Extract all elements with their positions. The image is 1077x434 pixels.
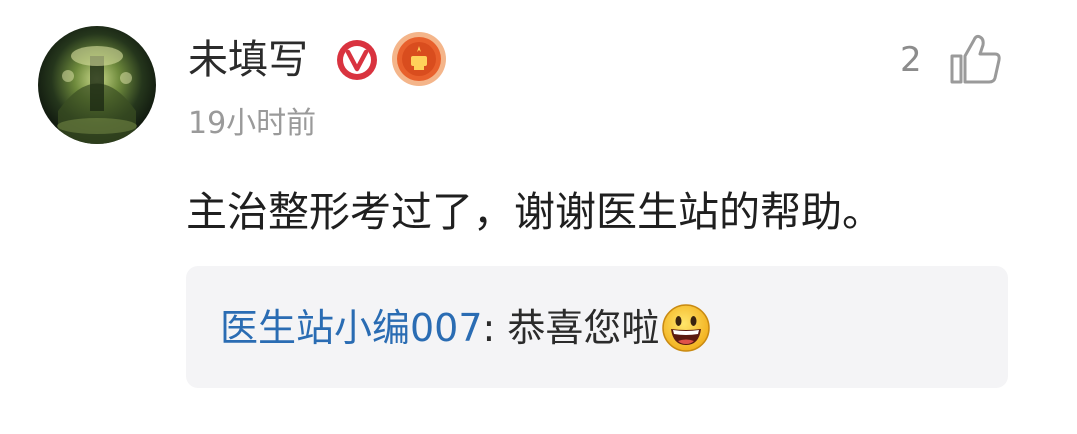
reply-separator: : <box>482 306 508 350</box>
like-button[interactable]: 2 <box>900 30 1002 90</box>
vip-v-icon[interactable] <box>335 38 379 82</box>
username[interactable]: 未填写 <box>188 34 308 86</box>
comment-item: 未填写 2 19小时前 主治整形考过了，谢谢医生站的帮助。 医生站小编007:… <box>0 0 1077 434</box>
medal-icon[interactable] <box>390 30 448 88</box>
thumbs-up-icon <box>950 34 1001 84</box>
timestamp: 19小时前 <box>188 106 317 141</box>
reply-author[interactable]: 医生站小编007 <box>220 302 483 354</box>
reply-box[interactable]: 医生站小编007 : 恭喜您啦 <box>186 266 1008 388</box>
like-count: 2 <box>900 40 922 80</box>
avatar-image <box>38 26 156 144</box>
avatar[interactable] <box>38 26 156 144</box>
comment-text: 主治整形考过了，谢谢医生站的帮助。 <box>186 188 883 236</box>
reply-line: 医生站小编007 : 恭喜您啦 <box>220 302 711 354</box>
reply-text: 恭喜您啦 <box>507 306 660 350</box>
grinning-face-icon <box>662 304 711 352</box>
